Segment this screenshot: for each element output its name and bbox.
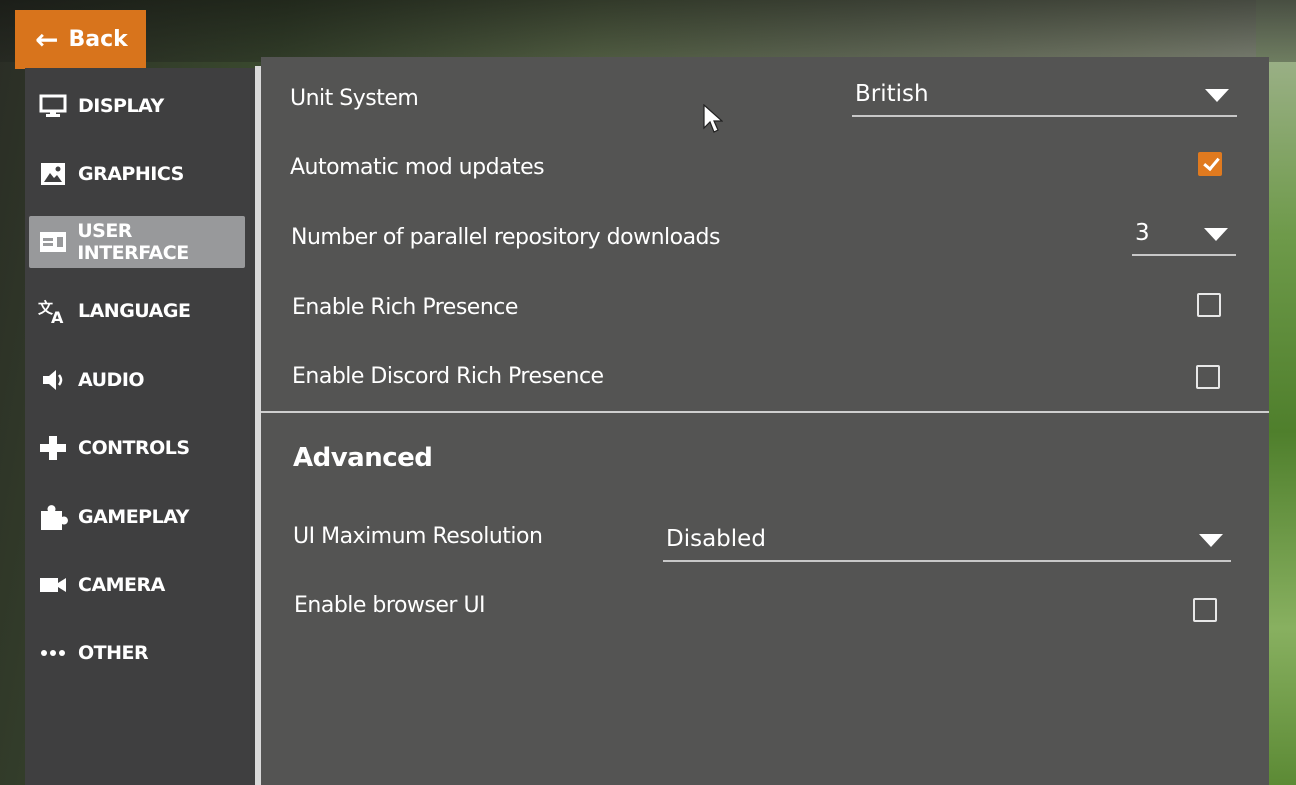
speaker-icon	[38, 367, 68, 393]
sidebar-item-display[interactable]: DISPLAY	[29, 80, 245, 132]
ui-max-resolution-dropdown[interactable]: Disabled	[663, 526, 1231, 562]
back-button-label: Back	[68, 27, 128, 52]
sidebar-item-label: LANGUAGE	[78, 300, 191, 322]
sidebar-item-graphics[interactable]: GRAPHICS	[29, 148, 245, 200]
mouse-cursor-icon	[703, 103, 724, 138]
sidebar-item-other[interactable]: OTHER	[29, 627, 245, 679]
section-divider	[261, 411, 1269, 413]
gamepad-icon	[38, 435, 68, 461]
chevron-down-icon	[1204, 228, 1228, 241]
sidebar-item-label: GAMEPLAY	[78, 506, 189, 528]
sidebar-item-label: OTHER	[78, 642, 149, 664]
puzzle-icon	[38, 504, 68, 530]
sidebar-item-label: DISPLAY	[78, 95, 164, 117]
parallel-downloads-label: Number of parallel repository downloads	[291, 225, 721, 250]
sidebar-item-audio[interactable]: AUDIO	[29, 354, 245, 406]
sidebar-item-label: CONTROLS	[78, 437, 190, 459]
svg-text:A: A	[51, 308, 64, 324]
sidebar-item-camera[interactable]: CAMERA	[29, 559, 245, 611]
advanced-section-title: Advanced	[293, 443, 433, 473]
image-icon	[38, 161, 68, 187]
unit-system-label: Unit System	[290, 86, 419, 111]
camera-icon	[38, 572, 68, 598]
sidebar-item-label: CAMERA	[78, 574, 165, 596]
back-arrow-icon: ←	[35, 22, 59, 56]
rich-presence-label: Enable Rich Presence	[292, 295, 518, 320]
auto-mod-updates-label: Automatic mod updates	[290, 155, 545, 180]
sidebar-item-label: AUDIO	[78, 369, 145, 391]
sidebar: DISPLAY GRAPHICS USER INTERFACE 文A LANGU…	[25, 68, 255, 785]
user-interface-icon	[38, 229, 67, 255]
parallel-downloads-dropdown[interactable]: 3	[1132, 220, 1236, 256]
ui-max-resolution-label: UI Maximum Resolution	[293, 524, 543, 549]
unit-system-dropdown[interactable]: British	[852, 81, 1237, 117]
sidebar-item-label: USER INTERFACE	[77, 220, 189, 264]
monitor-icon	[38, 93, 68, 119]
sidebar-item-user-interface[interactable]: USER INTERFACE	[29, 216, 245, 268]
more-icon	[38, 640, 68, 666]
chevron-down-icon	[1199, 534, 1223, 547]
translate-icon: 文A	[38, 298, 68, 324]
browser-ui-label: Enable browser UI	[294, 593, 486, 618]
sidebar-item-label: GRAPHICS	[78, 163, 184, 185]
sidebar-item-gameplay[interactable]: GAMEPLAY	[29, 491, 245, 543]
top-bar	[0, 0, 1296, 62]
parallel-downloads-value: 3	[1135, 220, 1150, 246]
rich-presence-checkbox[interactable]	[1197, 293, 1221, 317]
back-button[interactable]: ← Back	[15, 10, 146, 69]
browser-ui-checkbox[interactable]	[1193, 598, 1217, 622]
discord-rich-presence-checkbox[interactable]	[1196, 365, 1220, 389]
chevron-down-icon	[1205, 89, 1229, 102]
auto-mod-updates-checkbox[interactable]	[1198, 152, 1222, 176]
sidebar-item-controls[interactable]: CONTROLS	[29, 422, 245, 474]
sidebar-item-language[interactable]: 文A LANGUAGE	[29, 285, 245, 337]
unit-system-value: British	[855, 81, 929, 107]
discord-rich-presence-label: Enable Discord Rich Presence	[292, 364, 604, 389]
ui-max-resolution-value: Disabled	[666, 526, 766, 552]
